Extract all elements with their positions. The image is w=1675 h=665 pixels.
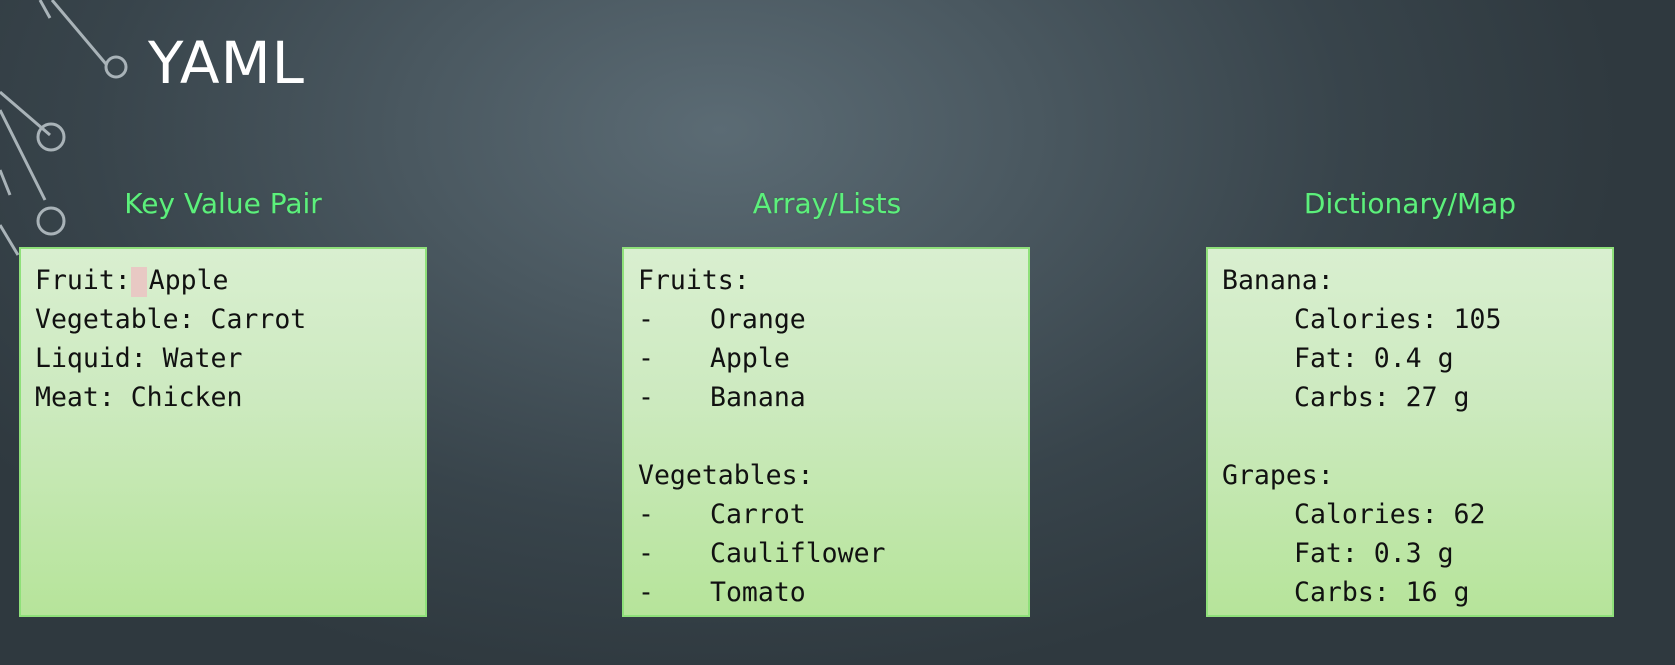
- fruit-value: Apple: [148, 265, 229, 296]
- list-item: - Cauliflower: [638, 538, 886, 569]
- dict-entry: Calories: 62: [1294, 499, 1486, 530]
- text-cursor-highlight: [130, 266, 147, 297]
- key-value-box: Fruit: Apple Vegetable: Carrot Liquid: Wa…: [19, 247, 427, 617]
- dict-entry: Carbs: 27 g: [1294, 382, 1470, 413]
- dict-label: Grapes:: [1222, 460, 1334, 491]
- list-item: - Banana: [638, 382, 806, 413]
- array-lists-box: Fruits: - Orange - Apple - Banana Vegetable…: [622, 247, 1030, 617]
- dict-entry: Fat: 0.3 g: [1294, 538, 1454, 569]
- list-label: Fruits:: [638, 265, 750, 296]
- slide-title: YAML: [148, 29, 305, 97]
- list-item: - Apple: [638, 343, 790, 374]
- key-value-line: Liquid: Water: [35, 343, 243, 374]
- list-item: - Tomato: [638, 577, 806, 608]
- list-item: - Orange: [638, 304, 806, 335]
- key-value-heading: Key Value Pair: [124, 187, 322, 220]
- dict-entry: Calories: 105: [1294, 304, 1502, 335]
- dict-entry: Carbs: 16 g: [1294, 577, 1470, 608]
- fruit-key: Fruit:: [35, 265, 131, 296]
- key-value-line: Meat: Chicken: [35, 382, 243, 413]
- dict-entry: Fat: 0.4 g: [1294, 343, 1454, 374]
- dictionary-map-box: Banana: Calories: 105 Fat: 0.4 g Carbs: …: [1206, 247, 1614, 617]
- circuit-decoration-icon: [0, 0, 128, 256]
- key-value-line: Fruit: Apple: [35, 261, 411, 300]
- list-label: Vegetables:: [638, 460, 814, 491]
- dictionary-map-heading: Dictionary/Map: [1303, 187, 1517, 220]
- dict-label: Banana:: [1222, 265, 1334, 296]
- list-item: - Carrot: [638, 499, 806, 530]
- array-lists-heading: Array/Lists: [752, 187, 902, 220]
- key-value-line: Vegetable: Carrot: [35, 304, 307, 335]
